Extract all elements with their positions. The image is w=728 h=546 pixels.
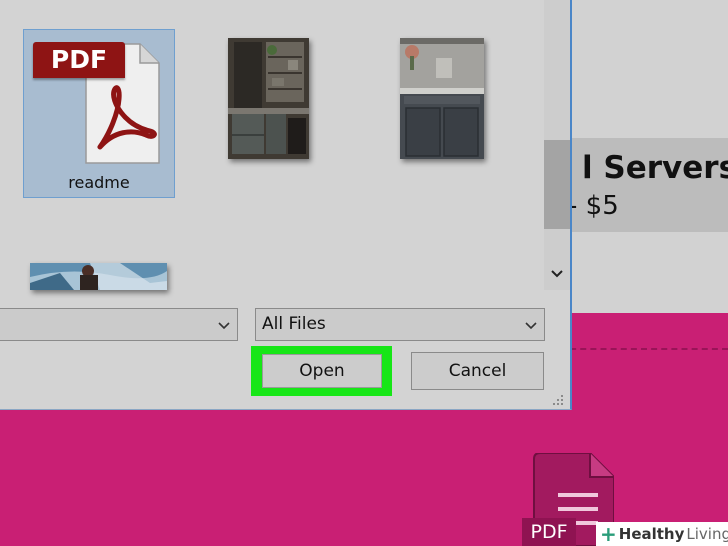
watermark-word-1: Healthy (618, 525, 685, 543)
healthy-living-watermark: + Healthy Living (596, 522, 728, 546)
watermark-word-2: Living (686, 525, 728, 543)
pricing-heading: l Servers (582, 150, 728, 186)
chevron-down-icon[interactable] (217, 318, 231, 332)
file-name-input[interactable] (3, 313, 203, 336)
file-item-readme[interactable]: PDF readme (23, 29, 175, 198)
dashed-divider (560, 348, 728, 350)
open-button[interactable]: Open (262, 354, 382, 388)
pdf-label-badge: PDF (522, 518, 576, 546)
file-name-readme: readme (68, 173, 130, 192)
pdf-badge: PDF (33, 42, 125, 78)
scrollbar-thumb[interactable] (544, 140, 570, 229)
cancel-button[interactable]: Cancel (411, 352, 544, 390)
kitchen-sink-photo-icon[interactable] (400, 38, 484, 159)
file-type-value: All Files (262, 314, 326, 334)
kitchen-shelves-photo-icon[interactable] (228, 38, 309, 159)
resize-grip-icon[interactable] (550, 392, 566, 408)
snowboarder-photo-icon[interactable] (30, 263, 167, 290)
file-list-scrollbar[interactable] (544, 0, 570, 290)
file-name-combobox[interactable] (0, 308, 238, 341)
plus-icon: + (600, 522, 617, 546)
chevron-down-icon[interactable] (524, 318, 538, 332)
chevron-down-icon[interactable] (544, 262, 570, 286)
file-list: PDF readme (0, 0, 572, 290)
pricing-price: - $5 (568, 191, 619, 221)
open-file-dialog: PDF readme All Files Open Cancel (0, 0, 572, 410)
file-type-select[interactable]: All Files (255, 308, 545, 341)
